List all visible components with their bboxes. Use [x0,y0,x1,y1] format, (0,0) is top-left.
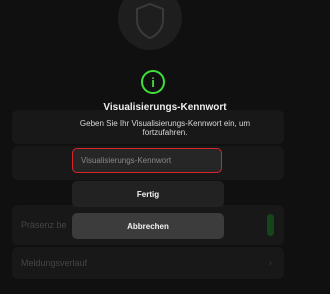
modal-overlay [0,0,330,294]
cancel-button[interactable]: Abbrechen [72,213,224,239]
confirm-button[interactable]: Fertig [72,181,224,207]
password-field[interactable] [72,148,222,173]
info-icon: i [141,70,165,94]
dialog-message: Geben Sie Ihr Visualisierungs-Kennwort e… [79,119,251,137]
dialog-title: Visualisierungs-Kennwort [103,102,227,113]
